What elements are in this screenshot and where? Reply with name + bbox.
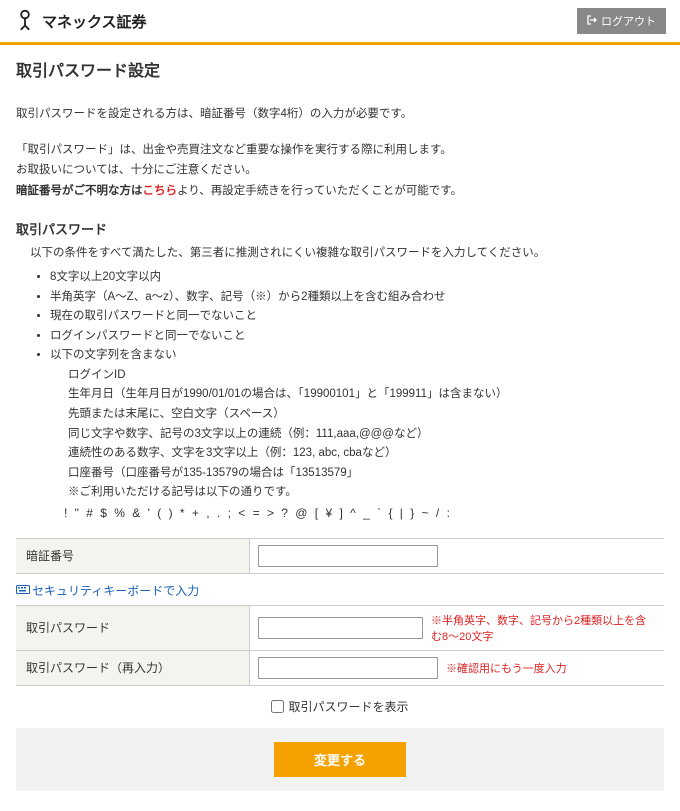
- security-keyboard-link[interactable]: セキュリティキーボードで入力: [32, 582, 199, 599]
- password-hint: ※半角英字、数字、記号から2種類以上を含む8～20文字: [431, 612, 656, 644]
- nested-item: 口座番号（口座番号が135-13579の場合は「13513579」: [68, 464, 664, 484]
- intro-line-2: 「取引パスワード」は、出金や売買注文など重要な操作を実行する際に利用します。: [16, 141, 664, 161]
- brand-name: マネックス証券: [42, 11, 147, 32]
- intro-block: 取引パスワードを設定される方は、暗証番号（数字4桁）の入力が必要です。 「取引パ…: [16, 105, 664, 201]
- intro-line-3: お取扱いについては、十分にご注意ください。: [16, 161, 664, 181]
- intro-line-4: 暗証番号がご不明な方はこちらより、再設定手続きを行っていただくことが可能です。: [16, 182, 664, 202]
- rule-item: 現在の取引パスワードと同一でないこと: [50, 307, 664, 327]
- pin-input[interactable]: [258, 545, 438, 567]
- pin-section: 暗証番号: [16, 538, 664, 574]
- logout-icon: [587, 15, 597, 28]
- header: マネックス証券 ログアウト: [0, 0, 680, 45]
- intro-line-1: 取引パスワードを設定される方は、暗証番号（数字4桁）の入力が必要です。: [16, 105, 664, 125]
- show-password-checkbox[interactable]: [271, 700, 284, 713]
- password-row: 取引パスワード ※半角英字、数字、記号から2種類以上を含む8～20文字: [16, 605, 664, 650]
- nested-item: 生年月日（生年月日が1990/01/01の場合は、「19900101」と「199…: [68, 385, 664, 405]
- nested-item: 同じ文字や数字、記号の3文字以上の連続（例：111,aaa,@@@など）: [68, 425, 664, 445]
- rule-item: ログインパスワードと同一でないこと: [50, 327, 664, 347]
- logout-label: ログアウト: [601, 13, 656, 29]
- password-confirm-row: 取引パスワード（再入力） ※確認用にもう一度入力: [16, 650, 664, 685]
- allowed-symbols: ! " # $ % & ' ( ) * + , . ; < = > ? @ [ …: [64, 506, 664, 520]
- pin-label: 暗証番号: [16, 539, 250, 573]
- nested-item: 連続性のある数字、文字を3文字以上（例：123, abc, cbaなど）: [68, 444, 664, 464]
- rules-list: 8文字以上20文字以内 半角英字（A～Z、a～z）、数字、記号（※）から2種類以…: [50, 268, 664, 503]
- rules-desc: 以下の条件をすべて満たした、第三者に推測されにくい複雑な取引パスワードを入力して…: [30, 244, 664, 260]
- rules-nested-list: ログインID 生年月日（生年月日が1990/01/01の場合は、「1990010…: [68, 366, 664, 503]
- show-password-label[interactable]: 取引パスワードを表示: [271, 698, 408, 715]
- nested-item: ログインID: [68, 366, 664, 386]
- reset-link[interactable]: こちら: [143, 185, 178, 197]
- logout-button[interactable]: ログアウト: [577, 8, 666, 34]
- page-title: 取引パスワード設定: [16, 57, 664, 81]
- password-section: 取引パスワード ※半角英字、数字、記号から2種類以上を含む8～20文字 取引パス…: [16, 605, 664, 686]
- content: 取引パスワード設定 取引パスワードを設定される方は、暗証番号（数字4桁）の入力が…: [0, 45, 680, 811]
- show-password-row: 取引パスワードを表示: [16, 686, 664, 728]
- rule-item: 8文字以上20文字以内: [50, 268, 664, 288]
- password-confirm-label: 取引パスワード（再入力）: [16, 651, 250, 685]
- rules-heading: 取引パスワード: [16, 219, 664, 238]
- rule-item: 以下の文字列を含まない ログインID 生年月日（生年月日が1990/01/01の…: [50, 346, 664, 502]
- password-confirm-hint: ※確認用にもう一度入力: [446, 660, 567, 676]
- brand: マネックス証券: [14, 9, 147, 34]
- submit-bar: 変更する: [16, 728, 664, 791]
- nested-item: ※ご利用いただける記号は以下の通りです。: [68, 483, 664, 503]
- rule-item: 半角英字（A～Z、a～z）、数字、記号（※）から2種類以上を含む組み合わせ: [50, 288, 664, 308]
- pin-row: 暗証番号: [16, 538, 664, 573]
- password-label: 取引パスワード: [16, 606, 250, 650]
- brand-logo-icon: [14, 9, 36, 34]
- password-confirm-input[interactable]: [258, 657, 438, 679]
- password-input[interactable]: [258, 617, 423, 639]
- keyboard-icon: [16, 583, 30, 598]
- keyboard-link-row: セキュリティキーボードで入力: [16, 574, 664, 605]
- nested-item: 先頭または末尾に、空白文字（スペース）: [68, 405, 664, 425]
- submit-button[interactable]: 変更する: [274, 742, 406, 777]
